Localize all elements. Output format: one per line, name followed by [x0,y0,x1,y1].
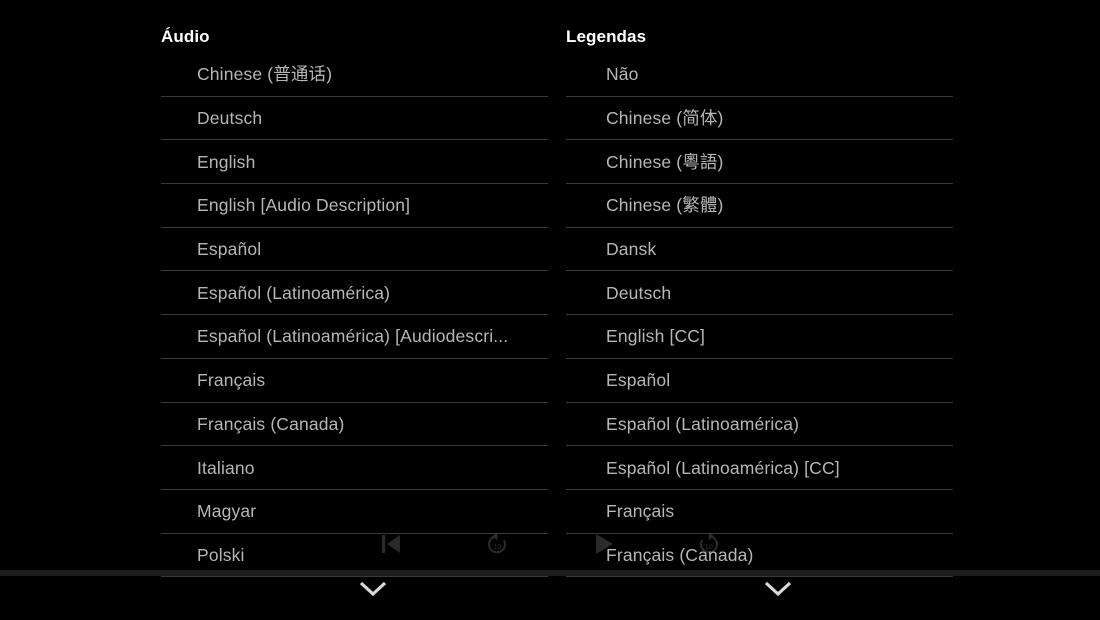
subtitle-option-item[interactable]: Español (Latinoamérica) [566,403,953,447]
player-overlay-screen: 10 10 Áudio Chinese (普通话) Deutsch English E… [0,0,1100,620]
subtitle-option-item-label: Español (Latinoamérica) [CC] [606,457,840,478]
audio-option-item[interactable]: Deutsch [161,97,548,141]
subtitle-option-item[interactable]: Dansk [566,228,953,272]
subtitle-option-item[interactable]: Chinese (简体) [566,97,953,141]
audio-subtitle-picker: Áudio Chinese (普通话) Deutsch English English… [0,0,1100,620]
audio-list-viewport[interactable]: Chinese (普通话) Deutsch English English [Audi… [161,53,548,595]
audio-column-title: Áudio [161,27,210,46]
subtitles-list-viewport[interactable]: Não Chinese (简体) Chinese (粵語) Chinese (繁體) D… [566,53,953,595]
audio-option-item-label: Polski [197,544,245,565]
subtitle-option-item[interactable]: Chinese (粵語) [566,140,953,185]
subtitle-option-item-label: Dansk [606,239,657,260]
subtitles-option-list: Não Chinese (简体) Chinese (粵語) Chinese (繁體) D… [566,53,953,578]
subtitles-scroll-down-chevron-down-icon[interactable] [755,572,801,606]
subtitle-option-item[interactable]: Français [566,490,953,534]
subtitle-option-item[interactable]: English [CC] [566,315,953,359]
audio-option-item-label: Chinese (普通话) [197,64,333,85]
audio-option-item[interactable]: Chinese (普通话) [161,53,548,97]
subtitle-option-item-label: Français (Canada) [606,544,754,565]
subtitle-option-item-label: Chinese (粵語) [606,151,724,172]
subtitle-option-item[interactable]: Não [566,53,953,97]
audio-option-item-label: Magyar [197,501,257,522]
subtitle-option-item[interactable]: Chinese (繁體) [566,184,953,228]
audio-option-item[interactable]: Magyar [161,490,548,534]
audio-option-list: Chinese (普通话) Deutsch English English [Audi… [161,53,548,578]
audio-option-item-label: Español [197,239,262,260]
audio-option-item[interactable]: English [Audio Description] [161,184,548,228]
subtitle-option-item-label: Chinese (简体) [606,108,724,129]
subtitle-option-item-label: English [CC] [606,326,706,347]
subtitle-option-item-label: Não [606,64,639,85]
subtitle-option-item-label: Français [606,501,675,522]
audio-column: Áudio Chinese (普通话) Deutsch English English… [161,26,548,620]
audio-option-item[interactable]: Italiano [161,446,548,490]
audio-option-item[interactable]: Español (Latinoamérica) [Audiodescri... [161,315,548,359]
subtitle-option-item-label: Español (Latinoamérica) [606,413,800,434]
bottom-divider-bar [0,570,1100,576]
audio-option-item-label: English [197,151,256,172]
subtitle-option-item[interactable]: Español (Latinoamérica) [CC] [566,446,953,490]
subtitles-column-title: Legendas [566,27,647,46]
audio-option-item[interactable]: English [161,140,548,185]
audio-option-item-label: Français [197,370,266,391]
audio-option-item-label: Italiano [197,457,255,478]
subtitles-column: Legendas Não Chinese (简体) Chinese (粵語) Chin… [566,26,953,620]
audio-option-item-label: Español (Latinoamérica) [197,282,391,303]
subtitle-option-item-label: Chinese (繁體) [606,195,724,216]
audio-option-item[interactable]: Français (Canada) [161,403,548,447]
audio-option-item-label: Deutsch [197,108,263,129]
audio-option-item-label: Español (Latinoamérica) [Audiodescri... [197,326,509,347]
audio-scroll-down-chevron-down-icon[interactable] [350,572,396,606]
audio-option-item-label: Français (Canada) [197,413,345,434]
subtitle-option-item[interactable]: Deutsch [566,271,953,316]
audio-option-item[interactable]: Español (Latinoamérica) [161,271,548,316]
subtitle-option-item[interactable]: Español [566,359,953,403]
subtitle-option-item-label: Español [606,370,671,391]
audio-option-item[interactable]: Français [161,359,548,403]
audio-option-item[interactable]: Español [161,228,548,272]
audio-option-item-label: English [Audio Description] [197,195,411,216]
subtitle-option-item-label: Deutsch [606,282,672,303]
